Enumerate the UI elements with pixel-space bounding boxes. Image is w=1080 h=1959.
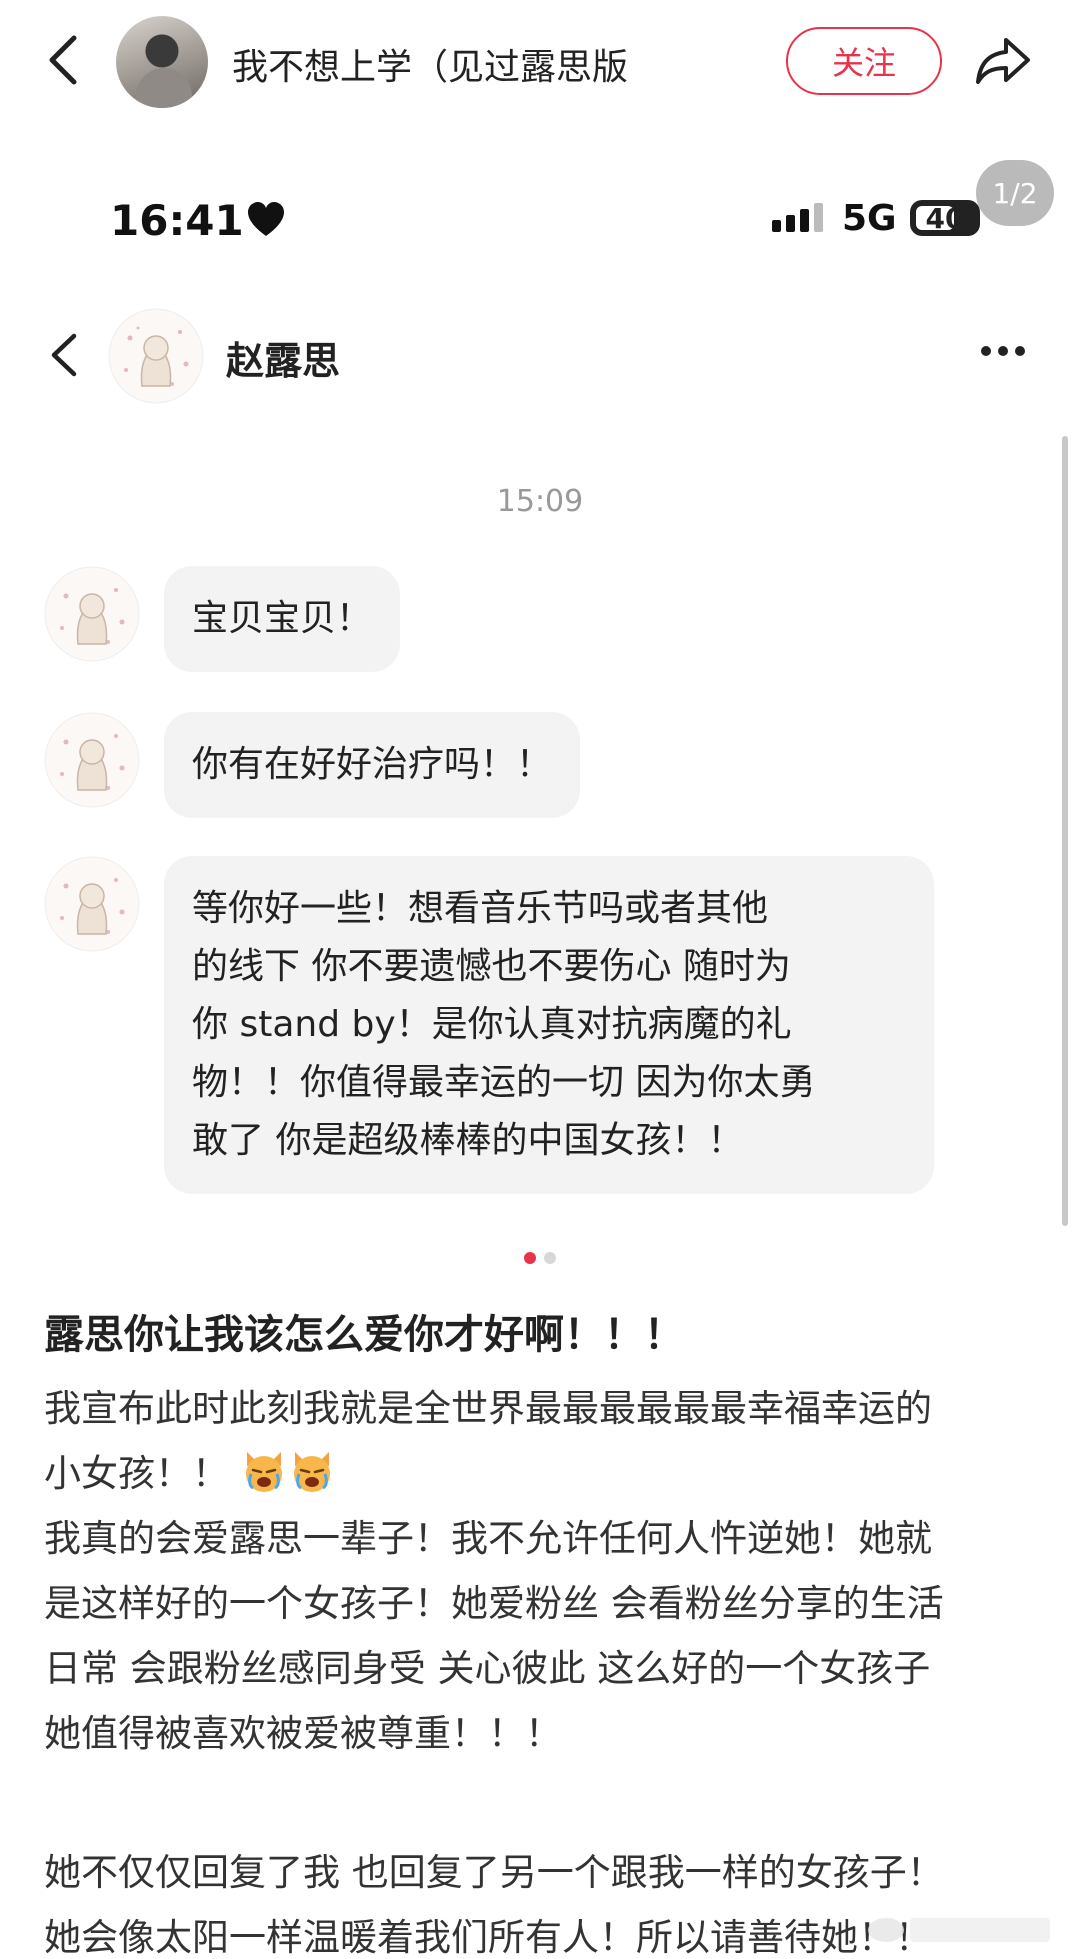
post-line-text: 小女孩！！ — [44, 1452, 229, 1495]
message-line: 宝贝宝贝！ — [192, 598, 373, 639]
sender-avatar[interactable] — [44, 712, 140, 808]
carousel-dot[interactable] — [544, 1252, 556, 1264]
post-title: 露思你让我该怎么爱你才好啊！！！ — [44, 1312, 684, 1358]
message-line: 等你好一些！想看音乐节吗或者其他 — [192, 888, 769, 929]
contact-name: 赵露思 — [226, 339, 341, 383]
chat-header: 赵露思 — [0, 300, 1080, 410]
top-app-bar: 我不想上学（见过露思版 关注 — [0, 0, 1080, 118]
status-time: 16:41 — [110, 196, 244, 245]
post-body: 我宣布此时此刻我就是全世界最最最最最最幸福幸运的 小女孩！！ 我真的会爱露思一辈… — [44, 1376, 1044, 1959]
message-line: 的线下 你不要遗憾也不要伤心 随时为 — [192, 946, 791, 987]
message-bubble[interactable]: 等你好一些！想看音乐节吗或者其他 的线下 你不要遗憾也不要伤心 随时为 你 st… — [164, 856, 934, 1194]
battery-icon: 40 — [910, 200, 980, 236]
more-options-icon[interactable] — [980, 344, 1026, 358]
signal-icon — [772, 203, 823, 232]
crying-cat-emoji-icon — [293, 1452, 330, 1492]
sender-avatar[interactable] — [44, 856, 140, 952]
network-label: 5G — [842, 198, 897, 239]
message-timestamp: 15:09 — [496, 484, 584, 519]
message-line: 物！！你值得最幸运的一切 因为你太勇 — [192, 1062, 816, 1103]
phone-status-bar: 16:41 5G 40 — [0, 196, 1080, 252]
post-line: 日常 会跟粉丝感同身受 关心彼此 这么好的一个女孩子 — [44, 1647, 931, 1690]
author-name[interactable]: 我不想上学（见过露思版 — [232, 38, 628, 90]
contact-avatar[interactable] — [108, 308, 204, 404]
post-line: 我宣布此时此刻我就是全世界最最最最最最幸福幸运的 — [44, 1387, 932, 1430]
post-line: 小女孩！！ — [44, 1441, 1044, 1506]
message-line: 敢了 你是超级棒棒的中国女孩！！ — [192, 1120, 744, 1161]
sender-avatar[interactable] — [44, 566, 140, 662]
message-line: 你有在好好治疗吗！！ — [192, 744, 553, 785]
post-line: 她值得被喜欢被爱被尊重！！！ — [44, 1712, 562, 1755]
message-line: 你 stand by！是你认真对抗病魔的礼 — [192, 1004, 792, 1045]
carousel-dot-active[interactable] — [524, 1252, 536, 1264]
post-line: 我真的会爱露思一辈子！我不允许任何人忤逆她！她就 — [44, 1517, 932, 1560]
share-icon[interactable] — [972, 30, 1034, 92]
author-avatar[interactable] — [116, 16, 208, 108]
message-bubble[interactable]: 你有在好好治疗吗！！ — [164, 712, 581, 818]
post-line: 是这样好的一个女孩子！她爱粉丝 会看粉丝分享的生活 — [44, 1582, 944, 1625]
crying-cat-emoji-icon — [245, 1452, 282, 1492]
follow-button[interactable]: 关注 — [786, 27, 942, 95]
post-line: 她不仅仅回复了我 也回复了另一个跟我一样的女孩子！ — [44, 1851, 944, 1894]
carousel-indicator[interactable] — [0, 1252, 1080, 1266]
weibo-watermark-logo — [868, 1918, 1050, 1942]
message-bubble[interactable]: 宝贝宝贝！ — [164, 566, 401, 672]
heart-icon — [248, 202, 284, 236]
battery-level: 40 — [925, 201, 965, 235]
back-arrow-icon[interactable] — [40, 30, 90, 90]
chat-back-icon[interactable] — [44, 330, 84, 380]
chat-scrollbar[interactable] — [1062, 436, 1068, 1226]
